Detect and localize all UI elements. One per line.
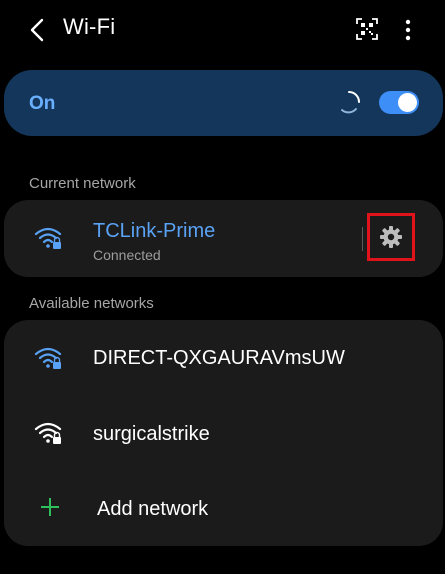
list-item[interactable]: DIRECT-QXGAURAVmsUW bbox=[4, 320, 443, 396]
page-title: Wi-Fi bbox=[63, 14, 116, 39]
wifi-locked-icon bbox=[34, 347, 62, 369]
plus-icon bbox=[41, 498, 59, 516]
add-network-label: Add network bbox=[97, 498, 209, 520]
qr-code-icon[interactable] bbox=[356, 18, 378, 40]
gear-icon bbox=[380, 226, 402, 248]
wifi-master-switch-card[interactable]: On bbox=[4, 70, 443, 136]
add-network-button[interactable]: Add network bbox=[4, 472, 443, 546]
more-vertical-icon[interactable] bbox=[398, 16, 418, 44]
section-label-current-network: Current network bbox=[29, 175, 136, 192]
current-network-name: TCLink-Prime bbox=[93, 220, 216, 242]
wifi-locked-icon bbox=[34, 227, 62, 249]
app-bar: Wi-Fi bbox=[0, 0, 445, 62]
back-arrow-icon[interactable] bbox=[24, 16, 50, 44]
network-settings-button[interactable] bbox=[367, 213, 415, 261]
current-network-card[interactable]: TCLink-Prime Connected bbox=[4, 200, 443, 277]
available-networks-card: DIRECT-QXGAURAVmsUW surgicalstrike Add n… bbox=[4, 320, 443, 546]
current-network-status: Connected bbox=[93, 247, 161, 263]
wifi-toggle-switch[interactable] bbox=[379, 91, 419, 114]
network-name: surgicalstrike bbox=[93, 423, 210, 445]
divider bbox=[362, 227, 363, 251]
section-label-available-networks: Available networks bbox=[29, 295, 154, 312]
list-item[interactable]: surgicalstrike bbox=[4, 396, 443, 472]
scanning-spinner-icon bbox=[341, 91, 360, 114]
network-name: DIRECT-QXGAURAVmsUW bbox=[93, 347, 345, 369]
toggle-knob bbox=[398, 93, 417, 112]
wifi-locked-icon bbox=[34, 422, 62, 444]
wifi-state-label: On bbox=[29, 93, 56, 114]
